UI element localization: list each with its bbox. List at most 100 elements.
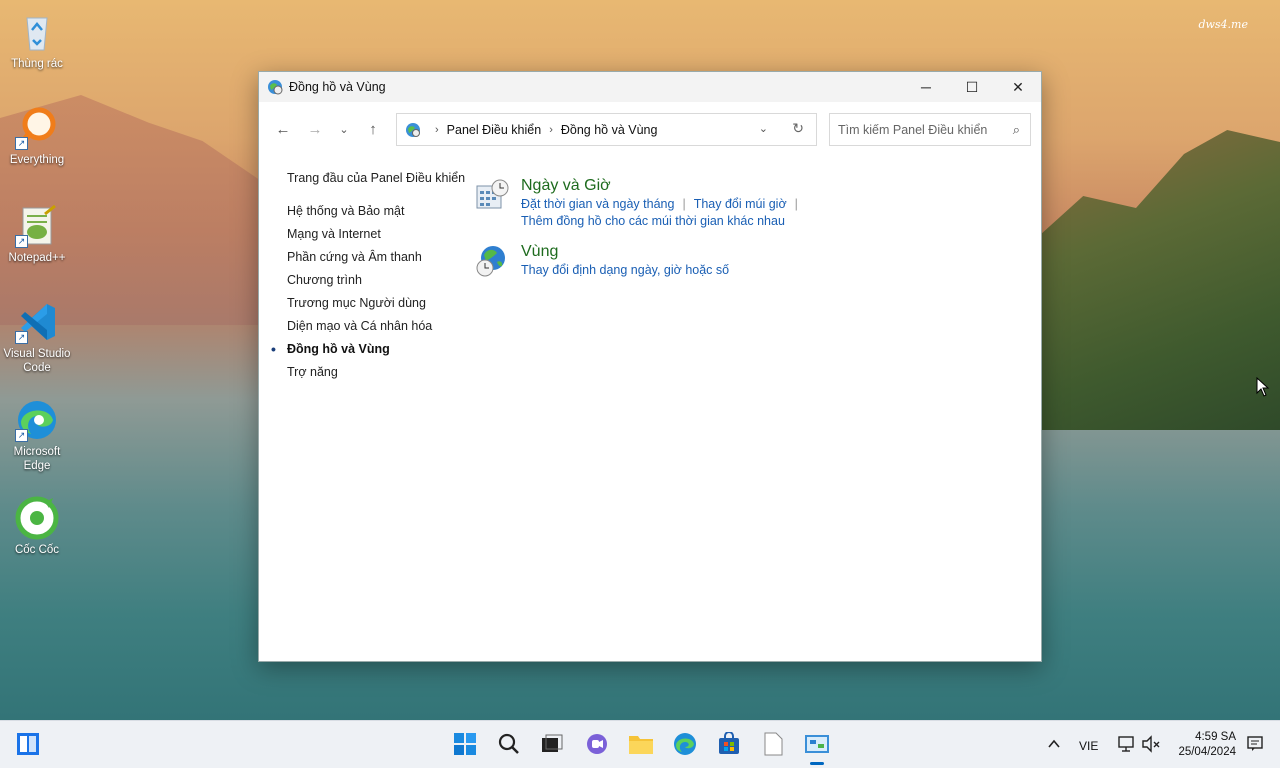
mouse-cursor-icon <box>1256 376 1270 400</box>
refresh-icon[interactable]: ↻ <box>792 120 804 137</box>
window-titlebar[interactable]: Đồng hồ và Vùng ─ ☐ ✕ <box>259 72 1041 102</box>
category-content: Ngày và Giờ Đặt thời gian và ngày tháng |… <box>475 176 806 291</box>
volume-muted-icon[interactable] <box>1138 731 1164 757</box>
edge-icon[interactable] <box>672 731 698 757</box>
maximize-button[interactable]: ☐ <box>949 72 995 102</box>
desktop-icon-label: Microsoft Edge <box>13 446 61 472</box>
desktop-icon-vscode[interactable]: ↗ Visual Studio Code <box>2 300 72 375</box>
chevron-up-icon[interactable] <box>1041 731 1067 757</box>
file-explorer-icon[interactable] <box>628 731 654 757</box>
link-add-clocks[interactable]: Thêm đồng hồ cho các múi thời gian khác … <box>521 214 785 228</box>
active-app-indicator <box>810 762 824 765</box>
category-region: Vùng Thay đổi định dạng ngày, giờ hoặc s… <box>475 242 806 279</box>
control-panel-icon[interactable] <box>804 731 830 757</box>
desktop-icon-label: Notepad++ <box>8 252 66 264</box>
link-change-timezone[interactable]: Thay đổi múi giờ <box>694 197 787 211</box>
nav-link-programs[interactable]: Chương trình <box>287 273 467 296</box>
link-change-formats[interactable]: Thay đổi định dạng ngày, giờ hoặc số <box>521 263 729 277</box>
minimize-button[interactable]: ─ <box>903 72 949 102</box>
navigation-bar: ← → ⌄ ↑ › Panel Điều khiển › Đồng hồ và … <box>259 102 1041 156</box>
control-panel-window: Đồng hồ và Vùng ─ ☐ ✕ ← → ⌄ ↑ › Panel Đi… <box>258 71 1042 662</box>
notifications-icon[interactable] <box>1242 731 1268 757</box>
nav-link-user-accounts[interactable]: Trương mục Người dùng <box>287 296 467 319</box>
up-arrow-icon: ↑ <box>369 120 377 138</box>
back-button[interactable]: ← <box>267 113 299 145</box>
nav-link-hardware-sound[interactable]: Phần cứng và Âm thanh <box>287 250 467 273</box>
active-bullet-icon: • <box>271 341 276 357</box>
category-title-region[interactable]: Vùng <box>521 242 806 262</box>
shortcut-arrow-icon: ↗ <box>15 331 28 344</box>
breadcrumb-item[interactable]: Panel Điều khiển <box>447 123 542 137</box>
desktop-icon-label: Cốc Cốc <box>14 544 60 556</box>
chevron-down-icon: ⌄ <box>339 123 349 136</box>
recent-locations-button[interactable]: ⌄ <box>331 113 357 145</box>
edge-icon: ↗ <box>15 398 59 442</box>
clock-time: 4:59 SA <box>1195 731 1236 743</box>
store-icon[interactable] <box>716 731 742 757</box>
category-title-date-time[interactable]: Ngày và Giờ <box>521 176 806 196</box>
notepadpp-icon: ↗ <box>15 204 59 248</box>
shortcut-arrow-icon: ↗ <box>15 137 28 150</box>
search-icon[interactable]: ⌕ <box>1013 122 1020 138</box>
wallpaper-watermark: dws4.me <box>1198 18 1248 31</box>
category-links: Thêm đồng hồ cho các múi thời gian khác … <box>521 213 806 230</box>
control-panel-globe-icon <box>405 122 421 138</box>
nav-link-clock-region[interactable]: • Đồng hồ và Vùng <box>271 342 467 365</box>
desktop-icon-edge[interactable]: ↗ Microsoft Edge <box>2 398 72 473</box>
nav-link-system-security[interactable]: Hệ thống và Bảo mật <box>287 204 467 227</box>
search-icon[interactable] <box>496 731 522 757</box>
link-separator: | <box>682 197 686 211</box>
date-time-icon[interactable] <box>475 178 509 212</box>
desktop-icon-everything[interactable]: ↗ Everything <box>2 106 72 167</box>
link-set-date-time[interactable]: Đặt thời gian và ngày tháng <box>521 197 674 211</box>
link-separator: | <box>794 197 798 211</box>
vscode-icon: ↗ <box>15 300 59 344</box>
taskbar-clock[interactable]: 4:59 SA 25/04/2024 <box>1178 730 1236 760</box>
chat-icon[interactable] <box>584 731 610 757</box>
forward-arrow-icon: → <box>307 120 323 138</box>
breadcrumb-item[interactable]: Đồng hồ và Vùng <box>561 123 658 137</box>
desktop-icon-label: Thùng rác <box>11 58 63 70</box>
nav-link-appearance[interactable]: Diện mạo và Cá nhân hóa <box>287 319 467 342</box>
clock-region-icon <box>267 79 283 95</box>
task-view-icon[interactable] <box>539 731 565 757</box>
forward-button[interactable]: → <box>299 113 331 145</box>
category-date-time: Ngày và Giờ Đặt thời gian và ngày tháng |… <box>475 176 806 230</box>
nav-link-ease-of-access[interactable]: Trợ năng <box>287 365 467 388</box>
shortcut-arrow-icon: ↗ <box>15 429 28 442</box>
wallpaper-mountain-right <box>1040 130 1280 430</box>
desktop-icon-coccoc[interactable]: Cốc Cốc <box>2 496 72 557</box>
clock-date: 25/04/2024 <box>1178 746 1236 758</box>
region-globe-icon[interactable] <box>475 244 509 278</box>
left-navigation-pane: Trang đầu của Panel Điều khiển Hệ thống … <box>271 171 467 388</box>
address-dropdown-icon[interactable]: ⌄ <box>759 122 768 135</box>
search-input[interactable] <box>838 122 998 137</box>
network-icon[interactable] <box>1114 731 1140 757</box>
recycle-bin-icon <box>15 10 59 54</box>
close-button[interactable]: ✕ <box>995 72 1041 102</box>
category-links: Đặt thời gian và ngày tháng | Thay đổi múi… <box>521 196 806 213</box>
shortcut-arrow-icon: ↗ <box>15 235 28 248</box>
nav-link-network-internet[interactable]: Mạng và Internet <box>287 227 467 250</box>
taskbar: VIE 4:59 SA 25/04/2024 <box>0 720 1280 768</box>
desktop-icon-label: Everything <box>9 154 65 166</box>
breadcrumb-chevron-icon[interactable]: › <box>549 124 553 136</box>
coccoc-icon <box>15 496 59 540</box>
control-panel-home-link[interactable]: Trang đầu của Panel Điều khiển <box>287 171 467 194</box>
desktop-start-icon[interactable] <box>15 731 41 757</box>
desktop-icon-label: Visual Studio Code <box>3 348 71 374</box>
back-arrow-icon: ← <box>275 120 291 138</box>
window-title: Đồng hồ và Vùng <box>289 80 386 94</box>
desktop-icon-recycle-bin[interactable]: Thùng rác <box>2 10 72 71</box>
category-links: Thay đổi định dạng ngày, giờ hoặc số <box>521 262 806 279</box>
nav-link-label: Đồng hồ và Vùng <box>287 342 390 356</box>
notepad-icon[interactable] <box>760 731 786 757</box>
address-bar[interactable]: › Panel Điều khiển › Đồng hồ và Vùng ⌄ ↻ <box>396 113 817 146</box>
desktop-icon-notepadpp[interactable]: ↗ Notepad++ <box>2 204 72 265</box>
breadcrumb-chevron-icon: › <box>435 123 439 136</box>
up-button[interactable]: ↑ <box>357 113 389 145</box>
start-icon[interactable] <box>452 731 478 757</box>
language-indicator[interactable]: VIE <box>1079 739 1098 753</box>
search-box[interactable]: ⌕ <box>829 113 1031 146</box>
everything-search-icon: ↗ <box>15 106 59 150</box>
